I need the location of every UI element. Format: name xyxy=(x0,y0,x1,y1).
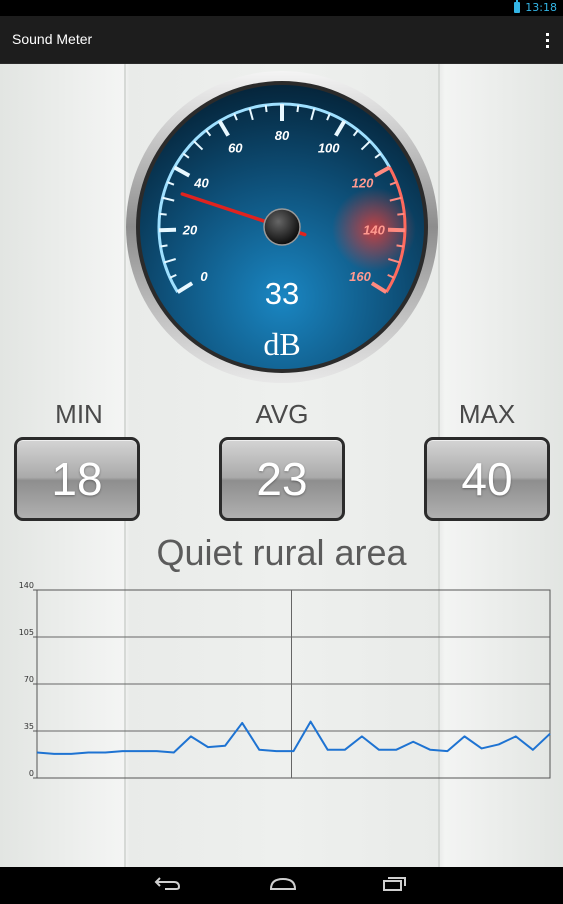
gauge-scale-label: 60 xyxy=(228,141,243,156)
back-icon[interactable] xyxy=(156,878,179,889)
chart-series-line xyxy=(37,722,550,754)
gauge-scale-label: 120 xyxy=(352,175,374,190)
min-label: MIN xyxy=(14,399,144,430)
chart-y-tick-label: 70 xyxy=(24,675,34,684)
gauge-scale-label: 20 xyxy=(182,222,198,237)
noise-description: Quiet rural area xyxy=(0,532,563,574)
gauge-tick xyxy=(397,245,404,246)
avg-label: AVG xyxy=(217,399,347,430)
navigation-bar xyxy=(0,867,563,900)
min-value: 18 xyxy=(51,452,102,506)
app-title: Sound Meter xyxy=(12,31,92,47)
db-history-chart: 0 35 70 105 140 xyxy=(0,580,563,790)
chart-y-tick-label: 0 xyxy=(29,769,34,778)
avg-value-box: 23 xyxy=(219,437,345,521)
gauge-tick xyxy=(160,214,167,215)
max-value-box: 40 xyxy=(424,437,550,521)
max-value: 40 xyxy=(461,452,512,506)
status-bar: 13:18 xyxy=(0,0,563,16)
current-db-value: 33 xyxy=(125,276,439,312)
db-unit-label: dB xyxy=(125,326,439,363)
sound-level-gauge: 020406080100120140160 33 dB xyxy=(125,70,439,384)
recent-apps-icon[interactable] xyxy=(384,878,405,890)
gauge-scale-label: 100 xyxy=(318,141,340,156)
chart-y-tick-label: 105 xyxy=(19,628,34,637)
chart-y-tick-label: 140 xyxy=(19,581,34,590)
gauge-tick xyxy=(266,105,267,112)
gauge-scale-label: 80 xyxy=(275,128,290,143)
gauge-tick xyxy=(397,214,404,215)
avg-value: 23 xyxy=(256,452,307,506)
overflow-menu-icon[interactable] xyxy=(537,26,557,54)
gauge-hub xyxy=(264,209,300,245)
min-value-box: 18 xyxy=(14,437,140,521)
gauge-scale-label: 40 xyxy=(193,175,209,190)
action-bar: Sound Meter xyxy=(0,16,563,64)
battery-icon xyxy=(514,2,520,13)
gauge-tick xyxy=(297,105,298,112)
status-time: 13:18 xyxy=(525,1,557,14)
main-content: 020406080100120140160 33 dB MIN 18 AVG 2… xyxy=(0,64,563,867)
home-icon[interactable] xyxy=(271,879,295,889)
chart-y-tick-label: 35 xyxy=(24,722,34,731)
max-label: MAX xyxy=(422,399,552,430)
gauge-scale-label: 140 xyxy=(363,222,385,237)
gauge-tick xyxy=(161,245,168,246)
